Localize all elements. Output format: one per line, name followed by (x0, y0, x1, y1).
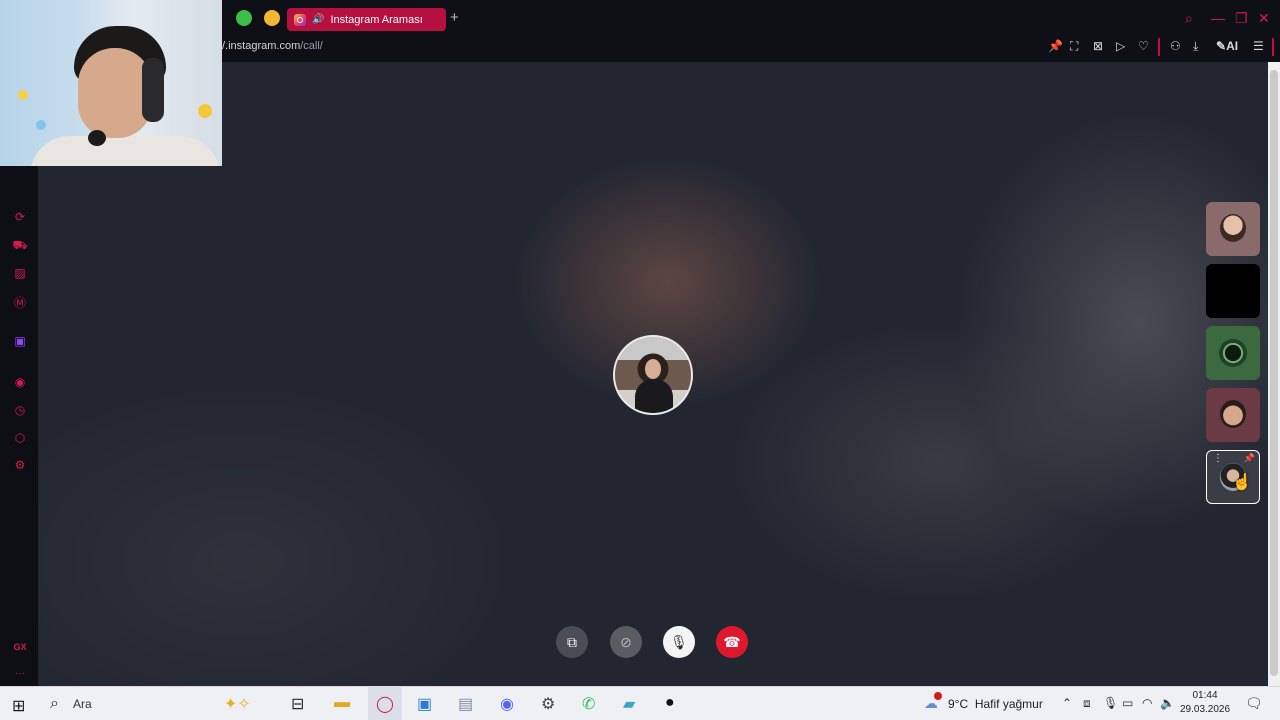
tray-expand-icon[interactable]: ⌃ (1062, 696, 1072, 710)
sidebar-more-icon[interactable]: ··· (12, 668, 28, 679)
new-tab-button[interactable]: + (450, 9, 459, 26)
extensions-icon[interactable]: ⬡ (12, 431, 28, 445)
participant-photo (1220, 400, 1246, 428)
battery-icon[interactable]: ▭ (1122, 696, 1133, 710)
copilot-sparkle-icon[interactable]: ✦✧ (224, 694, 251, 714)
windows-start-icon[interactable]: ⊞ (12, 696, 25, 716)
heart-icon[interactable]: ♡ (1138, 39, 1149, 53)
microphone-button[interactable]: 🎙 (663, 626, 695, 658)
participant-photo (1219, 339, 1247, 367)
caller-face (645, 359, 661, 379)
ai-label: AI (1226, 39, 1239, 53)
pin-participant-icon[interactable]: 📌 (1244, 453, 1255, 464)
toolbar-divider-right (1272, 38, 1274, 56)
url-field[interactable]: /.instagram.com/call/ (222, 40, 323, 52)
tab-instagram-call[interactable]: 🔊 Instagram Araması (287, 8, 446, 31)
background-sticker (18, 90, 28, 100)
adblock-icon[interactable]: ⊠ (1093, 39, 1103, 53)
search-tabs-icon[interactable]: ⌕ (1185, 10, 1193, 27)
scrollbar-thumb[interactable] (1270, 70, 1278, 676)
maximize-button[interactable]: ❐ (1235, 10, 1248, 27)
wifi-icon[interactable]: ◠ (1142, 696, 1152, 710)
tab-title: Instagram Araması (330, 13, 423, 26)
webcam-person-shirt (30, 136, 220, 166)
notepad-icon[interactable]: ▰ (623, 694, 635, 714)
headset-mic (88, 130, 106, 146)
profile-icon[interactable]: ⚇ (1170, 39, 1181, 53)
participant-thumb-3[interactable] (1206, 326, 1260, 380)
participant-photo (1220, 214, 1246, 242)
hang-up-icon: ☎ (723, 633, 741, 650)
aria-icon[interactable]: ⟳ (12, 210, 28, 224)
tab-check-icon[interactable] (236, 10, 252, 26)
tray-app-icon[interactable]: ⧈ (1083, 696, 1091, 711)
task-view-icon[interactable]: ⊟ (291, 694, 304, 714)
gx-label[interactable]: GX (12, 642, 28, 652)
clock-date: 29.03.2026 (1180, 704, 1231, 715)
weather-widget[interactable]: 9°C Hafif yağmur (948, 697, 1043, 711)
ai-button[interactable]: ✎AI (1216, 39, 1238, 53)
tab-emoji-icon[interactable] (264, 10, 280, 26)
discord-icon[interactable]: ◉ (500, 694, 514, 714)
outlook-icon[interactable]: ▣ (417, 694, 432, 714)
twitch-icon[interactable]: ▣ (12, 334, 28, 348)
menu-icon[interactable]: ☰ (1253, 39, 1264, 53)
participant-thumb-2[interactable] (1206, 264, 1260, 318)
share-screen-icon: ⧉ (567, 633, 577, 650)
close-window-button[interactable]: ✕ (1258, 10, 1270, 27)
url-path: /call/ (300, 40, 323, 52)
headset (142, 58, 164, 122)
participant-thumb-1[interactable] (1206, 202, 1260, 256)
caller-avatar (613, 335, 693, 415)
taskbar-clock[interactable]: 01:44 29.03.2026 (1180, 689, 1230, 717)
webcam-overlay (0, 0, 222, 166)
notifications-icon[interactable]: 🗨 (1245, 695, 1263, 712)
participant-thumb-4[interactable] (1206, 388, 1260, 442)
mouse-cursor-icon: ☝ (1232, 474, 1252, 491)
minimize-button[interactable]: — (1211, 10, 1225, 26)
weather-text: Hafif yağmur (974, 697, 1043, 711)
url-host: /.instagram.com (222, 40, 301, 52)
caller-body (635, 379, 673, 413)
search-icon[interactable]: ⌕ (50, 695, 59, 713)
history-icon[interactable]: ◷ (12, 403, 28, 417)
camera-off-icon: ⊘ (620, 633, 632, 650)
instagram-icon (294, 13, 306, 26)
clock-time: 01:44 (1192, 690, 1218, 701)
pinboard-icon[interactable]: ▨ (12, 266, 28, 280)
whatsapp-icon[interactable]: ✆ (582, 694, 595, 714)
messenger-icon[interactable]: Ⓜ (12, 294, 28, 311)
tray-mic-icon[interactable]: 🎙 (1103, 696, 1118, 710)
snapshot-icon[interactable]: ⛶ (1070, 39, 1078, 54)
player-icon[interactable]: ▷ (1116, 39, 1125, 53)
speaker-icon[interactable]: 🔊 (312, 14, 324, 25)
settings-app-icon[interactable]: ⚙ (541, 694, 555, 714)
end-call-button[interactable]: ☎ (716, 626, 748, 658)
shopping-icon[interactable]: ⛟ (12, 238, 28, 254)
more-options-icon[interactable]: ⋮ (1213, 454, 1223, 464)
volume-icon[interactable]: 🔈 (1160, 696, 1175, 710)
webcam-person-face (78, 48, 152, 138)
settings-icon[interactable]: ⚙ (12, 458, 28, 472)
player-icon[interactable]: ◉ (12, 375, 28, 389)
weather-cloud-icon[interactable]: ☁ (924, 695, 938, 712)
photos-icon[interactable]: ▤ (458, 694, 473, 714)
obs-icon[interactable]: ● (665, 694, 675, 712)
download-icon[interactable]: ⤓ (1193, 39, 1198, 54)
toolbar-divider (1158, 38, 1160, 56)
camera-toggle-button[interactable]: ⊘ (610, 626, 642, 658)
microphone-icon: 🎙 (670, 633, 688, 650)
pin-icon[interactable]: 📌 (1048, 39, 1063, 53)
background-sticker (198, 104, 212, 118)
background-sticker (36, 120, 46, 130)
share-screen-button[interactable]: ⧉ (556, 626, 588, 658)
opera-gx-icon[interactable]: ◯ (376, 694, 394, 714)
taskbar-search-input[interactable]: Ara (73, 697, 92, 711)
file-explorer-icon[interactable]: ▬ (334, 694, 350, 712)
weather-temp: 9°C (948, 697, 969, 711)
